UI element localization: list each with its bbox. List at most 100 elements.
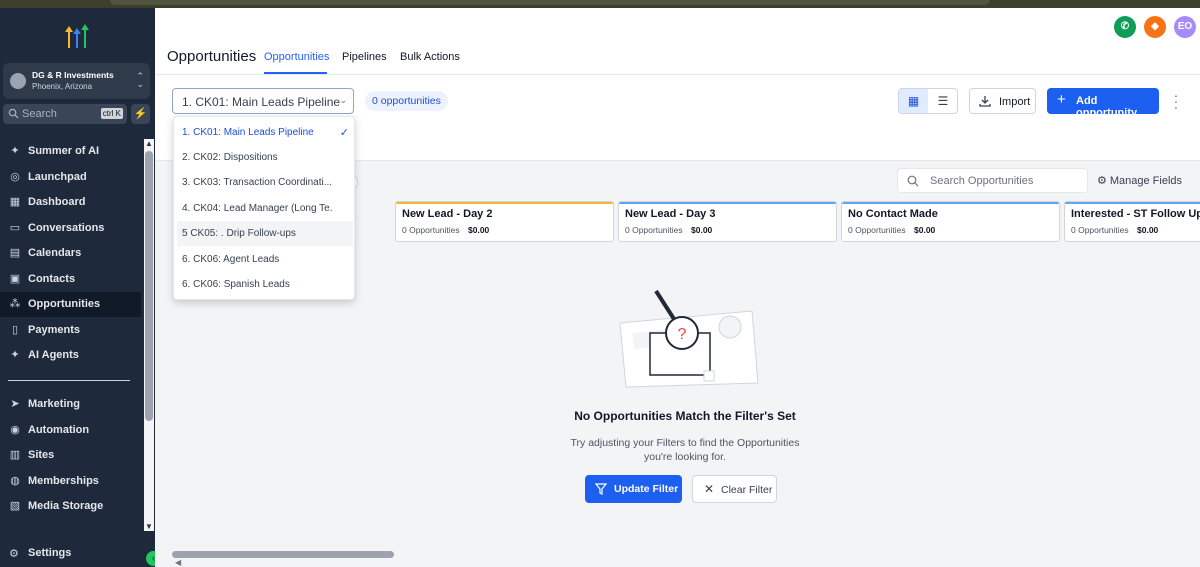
sidebar-scrollbar[interactable]: ▲ ▼ — [144, 139, 154, 531]
sidebar-item-marketing[interactable]: ➤ Marketing — [0, 392, 141, 417]
update-filter-button[interactable]: Update Filter — [585, 475, 682, 503]
sidebar-item-dashboard[interactable]: ▦ Dashboard — [0, 190, 141, 215]
sidebar-item-label: Dashboard — [28, 196, 86, 208]
pipeline-option-label: 5 CK05: . Drip Follow-ups — [182, 228, 296, 239]
chevron-down-icon: ⌄ — [339, 95, 347, 105]
pipeline-option[interactable]: 4. CK04: Lead Manager (Long Te... — [177, 196, 353, 221]
stage-title: No Contact Made — [848, 208, 938, 220]
phone-icon[interactable]: ✆ — [1114, 16, 1136, 38]
tab-opportunities[interactable]: Opportunities — [264, 51, 329, 63]
search-icon — [907, 175, 919, 187]
pipeline-select[interactable]: 1. CK01: Main Leads Pipeline ⌄ — [172, 88, 354, 114]
sidebar-item-ai-agents[interactable]: ✦ AI Agents — [0, 343, 141, 368]
stage-value: $0.00 — [691, 225, 713, 235]
scroll-up-icon[interactable]: ▲ — [145, 139, 153, 148]
list-view-icon[interactable]: ☰ — [928, 89, 957, 113]
pipeline-option-label: 6. CK06: Spanish Leads — [182, 279, 290, 290]
close-icon: ✕ — [704, 482, 715, 496]
board-horizontal-scrollbar[interactable]: ◀ — [155, 550, 1200, 567]
pipeline-option-label: 4. CK04: Lead Manager (Long Te... — [182, 203, 332, 214]
pipeline-select-value: 1. CK01: Main Leads Pipeline — [182, 95, 341, 109]
sidebar-item-conversations[interactable]: ▭ Conversations — [0, 216, 141, 241]
pipeline-option[interactable]: 6. CK06: Agent Leads — [177, 247, 353, 272]
sidebar-item-opportunities[interactable]: ⁂ Opportunities — [0, 292, 141, 317]
pipeline-option[interactable]: 5 CK05: . Drip Follow-ups — [177, 221, 353, 246]
scroll-down-icon[interactable]: ▼ — [145, 522, 153, 531]
sidebar-item-launchpad[interactable]: ◎ Launchpad — [0, 165, 141, 190]
rocket-icon: ◎ — [10, 171, 20, 183]
calendar-icon: ▤ — [9, 247, 21, 259]
stage-title: Interested - ST Follow Up — [1071, 208, 1200, 220]
account-location: Phoenix, Arizona — [32, 82, 93, 91]
pipeline-option-label: 6. CK06: Agent Leads — [182, 254, 280, 265]
sidebar-item-memberships[interactable]: ◍ Memberships — [0, 469, 141, 494]
search-placeholder: Search — [22, 108, 57, 120]
sidebar-item-label: Summer of AI — [28, 145, 100, 157]
sidebar-item-payments[interactable]: ▯ Payments — [0, 318, 141, 343]
scrollbar-thumb[interactable] — [172, 551, 394, 558]
stage-column-header[interactable]: New Lead - Day 2 0 Opportunities $0.00 — [395, 201, 614, 242]
empty-state-illustration: ? — [619, 289, 759, 388]
account-avatar — [10, 73, 26, 89]
scroll-left-icon[interactable]: ◀ — [175, 558, 181, 567]
sidebar-item-sites[interactable]: ▥ Sites — [0, 443, 141, 468]
import-button[interactable]: Import — [969, 88, 1036, 114]
opportunities-icon: ⁂ — [9, 298, 21, 310]
pipeline-option[interactable]: 3. CK03: Transaction Coordinati... — [177, 170, 353, 195]
add-opportunity-label: Add opportunity — [1076, 95, 1138, 119]
stage-count: 0 Opportunities — [848, 225, 906, 235]
sidebar-item-calendars[interactable]: ▤ Calendars — [0, 241, 141, 266]
svg-text:?: ? — [678, 326, 687, 343]
pipeline-option[interactable]: 2. CK02: Dispositions — [177, 145, 353, 170]
stage-count: 0 Opportunities — [625, 225, 683, 235]
sidebar-item-label: Marketing — [28, 398, 80, 410]
stage-column-header[interactable]: No Contact Made 0 Opportunities $0.00 — [841, 201, 1060, 242]
sidebar-item-label: Memberships — [28, 475, 99, 487]
lightning-icon[interactable]: ⚡ — [131, 104, 150, 124]
scrollbar-thumb[interactable] — [145, 151, 153, 421]
stage-value: $0.00 — [468, 225, 490, 235]
bell-icon[interactable]: ◆ — [1144, 16, 1166, 38]
search-shortcut: ctrl K — [100, 108, 123, 119]
sidebar-item-label: AI Agents — [28, 349, 79, 361]
stage-column-header[interactable]: New Lead - Day 3 0 Opportunities $0.00 — [618, 201, 837, 242]
sidebar-item-settings[interactable]: ⚙ Settings — [0, 541, 155, 566]
sidebar: DG & R Investments Phoenix, Arizona ⌃ ⌄ S… — [0, 8, 161, 567]
app-logo-icon — [65, 24, 89, 48]
stage-color-bar — [396, 202, 613, 204]
sidebar-item-contacts[interactable]: ▣ Contacts — [0, 267, 141, 292]
dashboard-icon: ▦ — [9, 196, 21, 208]
sidebar-search[interactable]: Search ctrl K — [3, 104, 127, 124]
avatar[interactable]: EO — [1174, 16, 1196, 38]
add-opportunity-button[interactable]: + Add opportunity — [1047, 88, 1159, 119]
account-name: DG & R Investments — [32, 70, 114, 80]
opportunity-search-input[interactable]: Search Opportunities — [897, 168, 1088, 193]
sidebar-item-media-storage[interactable]: ▧ Media Storage — [0, 494, 141, 519]
tab-bulk-actions[interactable]: Bulk Actions — [400, 51, 460, 63]
clear-filter-button[interactable]: ✕ Clear Filter — [692, 475, 777, 503]
more-options-icon[interactable]: · · · — [1172, 88, 1180, 114]
automation-icon: ◉ — [10, 424, 20, 436]
browser-top-strip — [0, 0, 1200, 8]
sidebar-item-label: Launchpad — [28, 171, 87, 183]
page-title: Opportunities — [167, 48, 257, 65]
sidebar-item-summer-of-ai[interactable]: ✦ Summer of AI — [0, 139, 141, 164]
gear-icon: ⚙ — [9, 548, 19, 560]
pipeline-option-label: 2. CK02: Dispositions — [182, 152, 278, 163]
sidebar-item-label: Contacts — [28, 273, 76, 285]
pipeline-option-label: 1. CK01: Main Leads Pipeline — [182, 127, 314, 138]
sidebar-item-label: Opportunities — [28, 298, 101, 310]
pipeline-option[interactable]: 6. CK06: Spanish Leads — [177, 272, 353, 297]
download-icon — [979, 96, 991, 107]
account-switcher[interactable]: DG & R Investments Phoenix, Arizona ⌃ ⌄ — [3, 63, 150, 99]
stage-color-bar — [842, 202, 1059, 204]
search-icon — [8, 108, 19, 119]
grid-view-icon[interactable]: ▦ — [899, 89, 928, 113]
sidebar-item-label: Payments — [28, 324, 80, 336]
sidebar-item-automation[interactable]: ◉ Automation — [0, 418, 141, 443]
sidebar-divider — [8, 380, 130, 381]
stage-column-header[interactable]: Interested - ST Follow Up 0 Opportunitie… — [1064, 201, 1200, 242]
pipeline-option[interactable]: 1. CK01: Main Leads Pipeline ✓ — [177, 120, 353, 145]
manage-fields-button[interactable]: ⚙ Manage Fields — [1097, 174, 1182, 187]
tab-pipelines[interactable]: Pipelines — [342, 51, 387, 63]
